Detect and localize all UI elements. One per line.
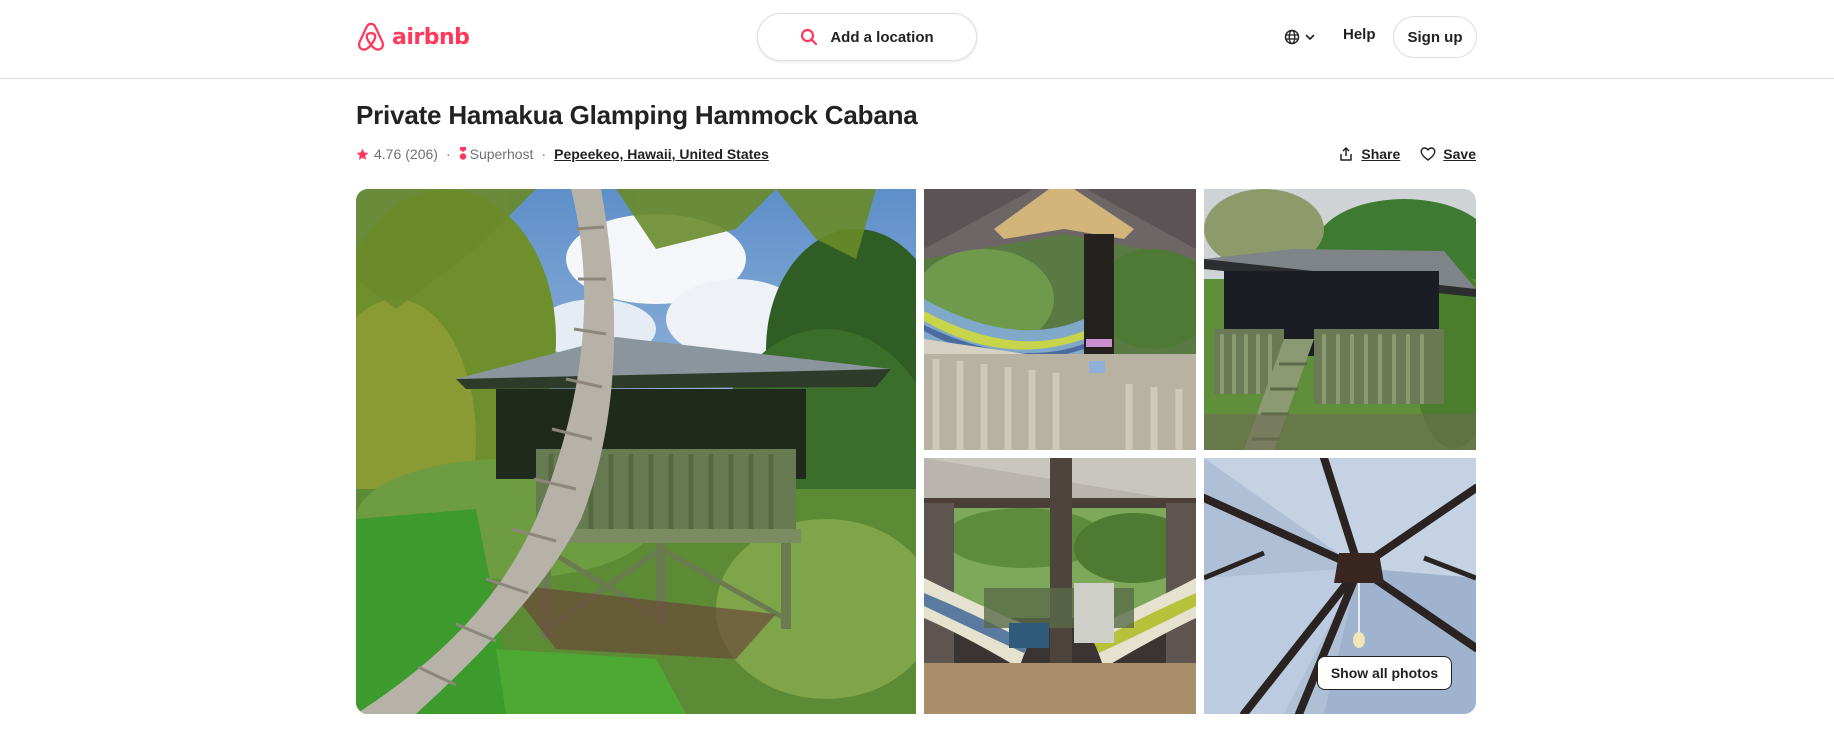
photo-gallery [356,189,1476,714]
cabana-interior-photo-image [924,458,1196,714]
gallery-photo-4[interactable] [924,458,1196,714]
gallery-photo-main[interactable] [356,189,916,714]
listing-actions: Share Save [1338,146,1476,162]
search-label: Add a location [830,28,934,46]
globe-icon [1284,29,1300,45]
help-link[interactable]: Help [1343,26,1376,43]
search-icon [801,28,818,46]
share-button[interactable]: Share [1338,146,1400,162]
star-icon [356,148,369,160]
superhost-label: Superhost [469,146,534,162]
listing-meta: 4.76 (206) · Superhost · Pepeekeo, Hawai… [356,145,769,163]
meta-separator: · [541,146,547,162]
save-label: Save [1443,146,1476,162]
airbnb-logo[interactable]: airbnb [356,20,470,54]
meta-separator: · [445,146,451,162]
brand-wordmark: airbnb [392,24,470,50]
search-location-button[interactable]: Add a location [757,13,977,61]
share-icon [1340,147,1353,161]
cabana-exterior-photo-image [1204,189,1476,450]
cabana-photo-image [356,189,916,714]
superhost-medal-icon [459,147,466,160]
heart-icon [1420,147,1436,161]
gallery-photo-3[interactable] [1204,189,1476,450]
airbnb-logo-icon [358,22,384,51]
gallery-photo-2[interactable] [924,189,1196,450]
save-button[interactable]: Save [1420,146,1476,162]
share-label: Share [1361,146,1401,162]
chevron-down-icon [1305,34,1315,40]
review-count[interactable]: (206) [405,146,438,162]
show-all-photos-button[interactable]: Show all photos [1317,656,1452,690]
top-navigation-bar: airbnb Add a location Help Sign up [0,0,1834,79]
hammock-deck-photo-image [924,189,1196,450]
listing-title: Private Hamakua Glamping Hammock Cabana [356,100,918,130]
location-link[interactable]: Pepeekeo, Hawaii, United States [554,146,769,162]
rating-value: 4.76 [374,146,402,162]
sign-up-button[interactable]: Sign up [1393,16,1477,58]
language-selector[interactable] [1284,24,1316,50]
